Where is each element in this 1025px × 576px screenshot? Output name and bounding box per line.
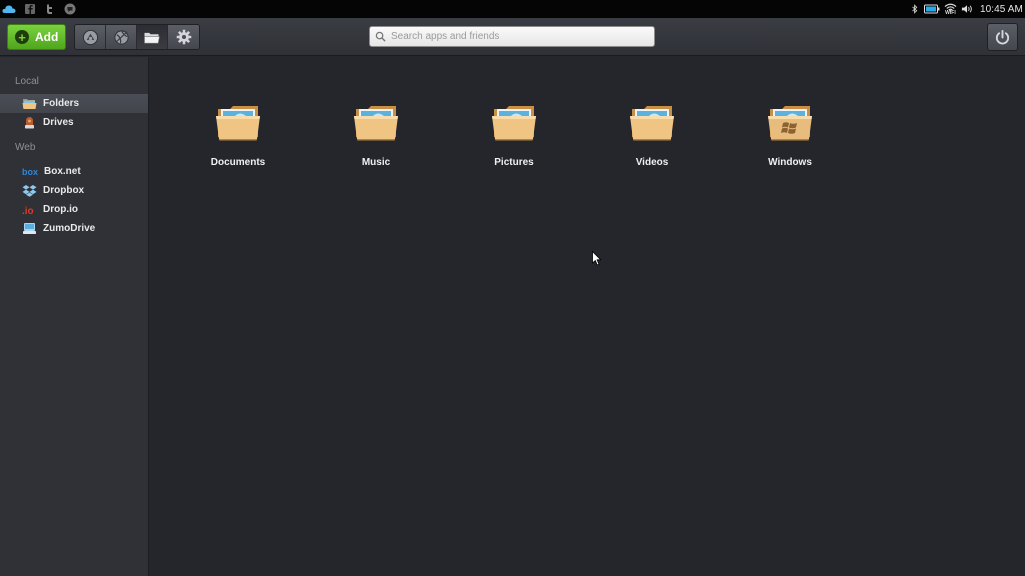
sidebar-item-zumodrive[interactable]: ZumoDrive <box>0 219 148 238</box>
power-button[interactable] <box>987 23 1018 51</box>
svg-text:.io: .io <box>22 206 34 216</box>
folder-item-pictures[interactable]: Pictures <box>469 101 559 168</box>
dropbox-icon <box>22 185 37 197</box>
search-box[interactable] <box>369 26 655 47</box>
cloud-icon[interactable] <box>2 3 16 15</box>
folder-label: Documents <box>210 157 266 168</box>
wifi-label: WIFI <box>945 9 956 16</box>
gtalk-icon[interactable] <box>64 3 76 15</box>
dropio-icon: .io <box>22 206 34 216</box>
view-switcher <box>74 24 200 50</box>
zumodrive-icon <box>23 223 36 234</box>
search-icon <box>375 31 386 42</box>
wifi-indicator[interactable]: WIFI <box>944 3 957 16</box>
web-icon <box>113 29 129 45</box>
sidebar-item-dropbox[interactable]: Dropbox <box>0 181 148 200</box>
folders-view-button[interactable] <box>137 25 168 49</box>
folder-item-music[interactable]: Music <box>331 101 421 168</box>
sidebar-item-boxnet[interactable]: box Box.net <box>0 162 148 181</box>
sidebar-section-web: Web <box>15 142 36 153</box>
sidebar-item-label: Folders <box>43 98 80 109</box>
folder-grid: Documents Music Pictures Videos Windows <box>150 57 1025 576</box>
folder-icon <box>492 106 536 141</box>
boxnet-icon: box <box>22 167 38 177</box>
search-input[interactable] <box>391 31 641 42</box>
sidebar-section-local: Local <box>15 76 39 87</box>
volume-icon[interactable] <box>961 3 974 15</box>
system-bar: WIFI 10:45 AM <box>0 0 1025 18</box>
windows-folder-icon <box>768 106 812 141</box>
sidebar-item-label: Box.net <box>44 166 81 177</box>
sidebar: Local Folders Drives Web box Box.net Dro… <box>0 57 149 576</box>
sidebar-item-label: Dropbox <box>43 185 85 196</box>
plus-icon: + <box>15 30 29 44</box>
apps-view-button[interactable] <box>75 25 106 49</box>
sidebar-item-label: Drives <box>43 117 74 128</box>
sidebar-item-drives[interactable]: Drives <box>0 113 148 132</box>
drive-icon <box>25 117 34 129</box>
sidebar-item-dropio[interactable]: .io Drop.io <box>0 200 148 219</box>
folder-label: Videos <box>635 157 669 168</box>
folders-icon <box>144 32 160 43</box>
toolbar: + Add <box>0 18 1025 56</box>
folder-icon <box>630 106 674 141</box>
sidebar-item-folders[interactable]: Folders <box>0 94 148 113</box>
battery-icon[interactable] <box>923 4 940 14</box>
folder-icon <box>22 99 37 109</box>
facebook-icon[interactable] <box>24 3 36 15</box>
add-button-label: Add <box>35 30 59 44</box>
apps-icon <box>82 29 98 45</box>
folder-label: Music <box>361 157 391 168</box>
twitter-icon[interactable] <box>44 3 56 15</box>
folder-item-documents[interactable]: Documents <box>193 101 283 168</box>
power-icon <box>995 29 1010 44</box>
folder-label: Windows <box>768 157 812 168</box>
folder-label: Pictures <box>494 157 534 168</box>
sidebar-item-label: Drop.io <box>43 204 78 215</box>
mouse-cursor-icon <box>592 251 602 266</box>
settings-view-button[interactable] <box>168 25 199 49</box>
folder-item-videos[interactable]: Videos <box>607 101 697 168</box>
folder-item-windows[interactable]: Windows <box>745 101 835 168</box>
settings-icon <box>176 29 191 45</box>
folder-icon <box>354 106 398 141</box>
clock: 10:45 AM <box>979 3 1023 15</box>
folder-icon <box>216 106 260 141</box>
svg-text:box: box <box>22 167 38 177</box>
sidebar-item-label: ZumoDrive <box>43 223 96 234</box>
bluetooth-icon[interactable] <box>910 3 920 15</box>
web-view-button[interactable] <box>106 25 137 49</box>
add-button[interactable]: + Add <box>7 24 66 50</box>
